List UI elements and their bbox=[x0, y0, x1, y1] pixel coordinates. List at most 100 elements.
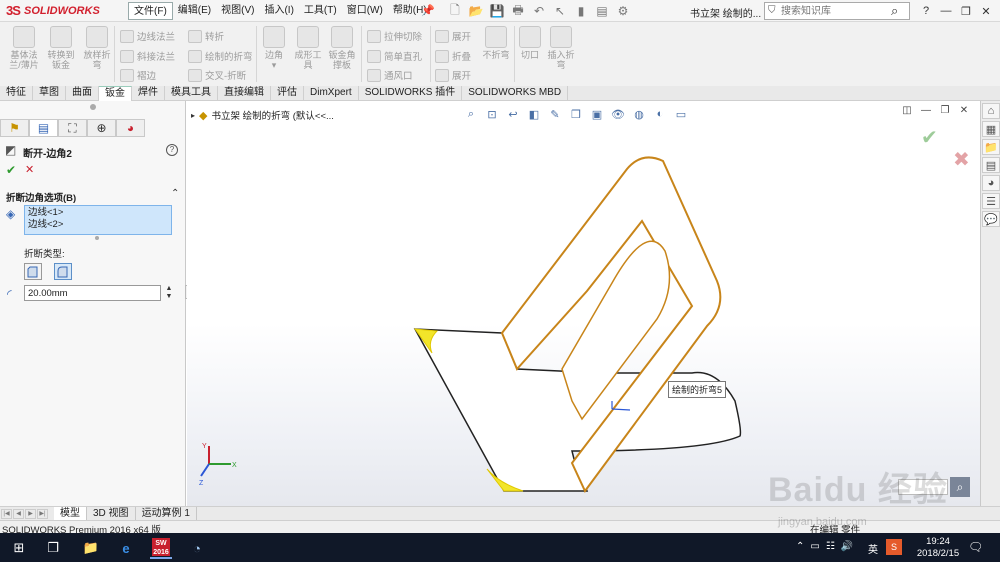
tab-surfaces[interactable]: 曲面 bbox=[66, 86, 99, 101]
print-icon[interactable]: 🖶 bbox=[509, 3, 527, 19]
restore-icon[interactable]: ❐ bbox=[956, 2, 976, 20]
menu-file[interactable]: 文件(F) bbox=[128, 2, 173, 20]
appearances-icon[interactable]: ◕ bbox=[982, 175, 1000, 191]
tab-sketch[interactable]: 草图 bbox=[33, 86, 66, 101]
tray-up-arrow-icon[interactable]: ⌃ bbox=[796, 541, 804, 552]
tab-model[interactable]: 模型 bbox=[54, 507, 87, 520]
feature-tree-flyout[interactable]: ▸ ◆ 书立架 绘制的折弯 (默认<<... bbox=[191, 108, 334, 123]
miter-flange-button[interactable]: 斜接法兰 bbox=[120, 48, 175, 64]
list-item[interactable]: 边线<1> bbox=[28, 207, 168, 219]
network-icon[interactable]: ☷ bbox=[826, 541, 835, 552]
file-explorer-icon[interactable]: 📁 bbox=[982, 139, 1000, 155]
minimize-icon[interactable]: — bbox=[936, 2, 956, 20]
menu-window[interactable]: 窗口(W) bbox=[342, 2, 388, 20]
custom-properties-icon[interactable]: ☰ bbox=[982, 193, 1000, 209]
knowledge-search-input[interactable] bbox=[781, 4, 889, 18]
next-tab-icon[interactable]: ▶ bbox=[25, 508, 36, 519]
edge-flange-button[interactable]: 边线法兰 bbox=[120, 28, 175, 44]
zoom-to-fit-icon[interactable]: ⌕ bbox=[463, 107, 479, 121]
viewport-minimize-icon[interactable]: — bbox=[919, 103, 933, 117]
menu-edit[interactable]: 编辑(E) bbox=[173, 2, 216, 20]
menu-view[interactable]: 视图(V) bbox=[216, 2, 259, 20]
viewport-close-icon[interactable]: ✕ bbox=[957, 103, 971, 117]
tab-direct-editing[interactable]: 直接编辑 bbox=[218, 86, 271, 101]
forum-icon[interactable]: 💬 bbox=[982, 211, 1000, 227]
ok-check-icon[interactable]: ✔ bbox=[6, 163, 16, 177]
hide-show-items-icon[interactable]: 👁 bbox=[610, 107, 626, 121]
solidworks-logo[interactable]: 3S SOLIDWORKS bbox=[6, 3, 116, 19]
display-style-icon[interactable]: ▣ bbox=[589, 107, 605, 121]
search-scope-icon[interactable]: ⛉ bbox=[768, 5, 776, 16]
section-view-icon[interactable]: ◧ bbox=[526, 107, 542, 121]
confirm-cancel-x-icon[interactable]: ✖ bbox=[953, 147, 970, 172]
vent-button[interactable]: 通风口 bbox=[367, 67, 413, 83]
flatten-button[interactable]: 展开 bbox=[435, 67, 471, 83]
tab-features[interactable]: 特征 bbox=[0, 86, 33, 101]
tab-solidworks-mbd[interactable]: SOLIDWORKS MBD bbox=[462, 86, 569, 101]
edge-browser-icon[interactable]: e bbox=[115, 537, 137, 559]
dynamic-annotation-icon[interactable]: ✎ bbox=[547, 107, 563, 121]
apply-scene-icon[interactable]: ◐ bbox=[652, 107, 668, 121]
menu-tools[interactable]: 工具(T) bbox=[299, 2, 342, 20]
ime-s-icon[interactable]: S bbox=[886, 539, 902, 555]
radius-spinner[interactable]: ▲ ▼ bbox=[164, 285, 174, 301]
file-explorer-taskbar-icon[interactable]: 📁 bbox=[80, 537, 102, 559]
fold-button[interactable]: 折叠 bbox=[435, 48, 471, 64]
search-icon[interactable]: ⌕ bbox=[891, 3, 898, 19]
edit-appearance-icon[interactable]: ◍ bbox=[631, 107, 647, 121]
sheet-metal-gusset-button[interactable]: 钣金角 撑板 bbox=[322, 26, 362, 70]
tab-sheet-metal[interactable]: 钣金 bbox=[99, 86, 132, 101]
corner-edges-selection-box[interactable]: 边线<1> 边线<2> bbox=[24, 205, 172, 235]
rebuild-icon[interactable]: ▮ bbox=[572, 3, 590, 19]
fillet-type-button[interactable] bbox=[54, 263, 72, 280]
lofted-bend-button[interactable]: 放样折 弯 bbox=[77, 26, 117, 70]
windows-start-icon[interactable]: ⊞ bbox=[8, 537, 30, 559]
taskbar-clock[interactable]: 19:24 2018/2/15 bbox=[912, 536, 964, 560]
previous-tab-icon[interactable]: ◀ bbox=[13, 508, 24, 519]
convert-to-sheet-metal-button[interactable]: 转换到 钣金 bbox=[41, 26, 81, 70]
display-manager-tab-icon[interactable]: ◕ bbox=[116, 119, 145, 137]
jog-button[interactable]: 转折 bbox=[188, 28, 224, 44]
task-view-icon[interactable]: ❐ bbox=[42, 537, 64, 559]
view-palette-icon[interactable]: ▤ bbox=[982, 157, 1000, 173]
base-flange-button[interactable]: 基体法 兰/薄片 bbox=[4, 26, 44, 70]
simple-hole-button[interactable]: 简单直孔 bbox=[367, 48, 422, 64]
tab-weldments[interactable]: 焊件 bbox=[132, 86, 165, 101]
close-icon[interactable]: ✕ bbox=[976, 2, 996, 20]
viewport-split-icon[interactable]: ◫ bbox=[900, 103, 914, 117]
unfold-button[interactable]: 展开 bbox=[435, 28, 471, 44]
graphics-area[interactable]: Y X Z ▸ ◆ 书立架 绘制的折弯 (默认<<... ⌕ ⊡ ↩ ◧ ✎ ❒… bbox=[187, 101, 980, 506]
new-document-icon[interactable]: 🗋 bbox=[446, 3, 464, 19]
confirm-ok-check-icon[interactable]: ✔ bbox=[921, 125, 938, 150]
viewport-restore-icon[interactable]: ❐ bbox=[938, 103, 952, 117]
tab-motion-study-1[interactable]: 运动算例 1 bbox=[136, 507, 197, 520]
tab-solidworks-addins[interactable]: SOLIDWORKS 插件 bbox=[359, 86, 463, 101]
list-resize-grip[interactable] bbox=[95, 236, 99, 240]
tab-mold-tools[interactable]: 模具工具 bbox=[165, 86, 218, 101]
view-orientation-icon[interactable]: ❒ bbox=[568, 107, 584, 121]
zoom-area-icon[interactable]: ⊡ bbox=[484, 107, 500, 121]
view-settings-icon[interactable]: ▭ bbox=[673, 107, 689, 121]
pin-menu-icon[interactable]: 📌 bbox=[421, 4, 435, 17]
options-gear-icon[interactable]: ⚙ bbox=[614, 3, 632, 19]
help-icon[interactable]: ? bbox=[916, 2, 936, 20]
radius-input[interactable] bbox=[24, 285, 161, 301]
tab-dimxpert[interactable]: DimXpert bbox=[304, 86, 359, 101]
design-library-icon[interactable]: ▦ bbox=[982, 121, 1000, 137]
help-question-icon[interactable]: ? bbox=[166, 144, 178, 156]
tab-3d-views[interactable]: 3D 视图 bbox=[87, 507, 136, 520]
menu-insert[interactable]: 插入(I) bbox=[259, 2, 298, 20]
expand-arrow-icon[interactable]: ▸ bbox=[191, 111, 195, 120]
graphics-search-field[interactable] bbox=[898, 479, 948, 495]
battery-icon[interactable]: ▭ bbox=[810, 541, 819, 552]
sheet-metal-model[interactable]: Y X Z bbox=[187, 101, 980, 506]
extruded-cut-button[interactable]: 拉伸切除 bbox=[367, 28, 422, 44]
chamfer-type-button[interactable] bbox=[24, 263, 42, 280]
last-tab-icon[interactable]: ▶| bbox=[37, 508, 48, 519]
cancel-x-icon[interactable]: ✕ bbox=[25, 163, 34, 176]
list-item[interactable]: 边线<2> bbox=[28, 219, 168, 231]
undo-icon[interactable]: ↶ bbox=[530, 3, 548, 19]
input-method-indicator[interactable]: 英 bbox=[868, 541, 878, 556]
configuration-manager-tab-icon[interactable]: ⛶ bbox=[58, 119, 87, 137]
app-taskbar-icon[interactable]: ◔ bbox=[186, 537, 208, 559]
